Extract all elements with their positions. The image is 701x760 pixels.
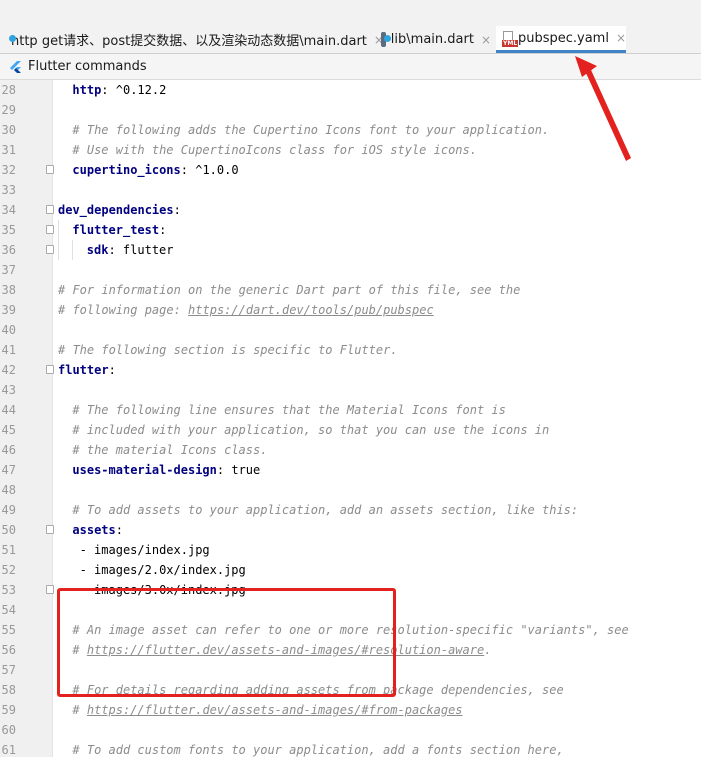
annotation-arrow [575,56,631,161]
